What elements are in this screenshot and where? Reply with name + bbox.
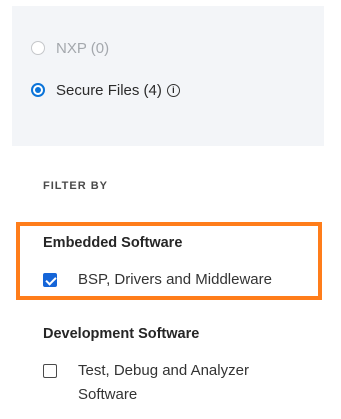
radio-label-secure-files: Secure Files (4) (56, 81, 162, 99)
checkbox-label-line-2: Software (78, 386, 138, 403)
info-icon[interactable]: i (166, 83, 180, 97)
checkbox-label-bsp-drivers: BSP, Drivers and Middleware (78, 271, 272, 288)
radio-label-nxp: NXP (0) (56, 39, 110, 57)
checkbox-checked[interactable] (43, 273, 57, 287)
checkbox-unchecked[interactable] (43, 364, 57, 378)
radio-button-disabled (31, 41, 45, 55)
group-title-embedded-software: Embedded Software (43, 235, 183, 251)
checkbox-option-test-debug[interactable]: Test, Debug and Analyzer Software (43, 362, 249, 407)
checkbox-option-bsp-drivers[interactable]: BSP, Drivers and Middleware (43, 271, 272, 292)
group-title-development-software: Development Software (43, 326, 200, 342)
source-filter-panel (12, 6, 324, 146)
radio-button-selected[interactable] (31, 83, 45, 97)
filter-by-heading: FILTER BY (43, 180, 109, 192)
checkbox-label-line-1: Test, Debug and Analyzer (78, 362, 249, 379)
radio-option-secure-files[interactable]: Secure Files (4) i (31, 80, 180, 100)
radio-option-nxp: NXP (0) (31, 38, 109, 58)
checkbox-label-test-debug: Test, Debug and Analyzer Software (78, 359, 249, 407)
